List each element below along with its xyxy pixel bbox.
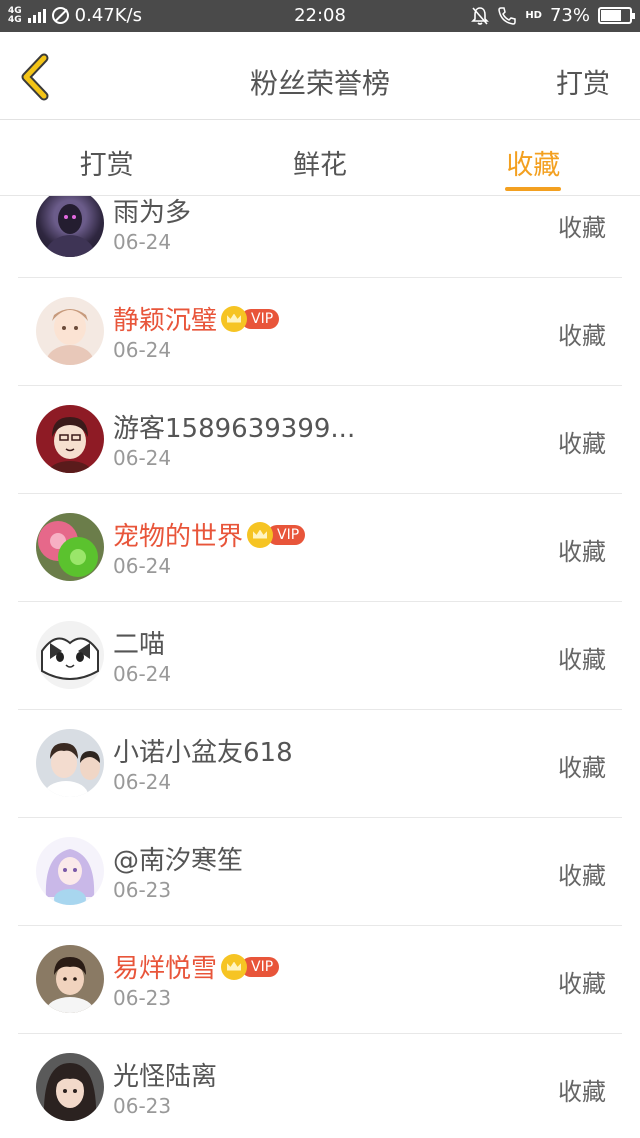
avatar[interactable]	[36, 945, 104, 1013]
vip-badge: VIP	[221, 953, 280, 980]
list-item[interactable]: 小诺小盆友618 06-24 收藏	[18, 710, 622, 818]
vip-badge: VIP	[247, 521, 306, 548]
list-item[interactable]: 宠物的世界 VIP 06-24 收藏	[18, 494, 622, 602]
favorite-action: 收藏	[558, 646, 606, 674]
date: 06-23	[113, 1094, 172, 1118]
tab-favorites[interactable]: 收藏	[427, 121, 640, 195]
status-bar: 4G 4G 0.47K/s 22:08 HD 73%	[0, 0, 640, 32]
user-name: 小诺小盆友618	[113, 738, 293, 768]
favorite-action: 收藏	[558, 322, 606, 350]
tab-bar: 打赏 鲜花 收藏	[0, 121, 640, 196]
user-name: 易烊悦雪 VIP	[113, 948, 280, 985]
favorite-action: 收藏	[558, 862, 606, 890]
avatar[interactable]	[36, 621, 104, 689]
tab-reward[interactable]: 打赏	[0, 121, 213, 195]
crown-icon	[247, 521, 274, 548]
list-item[interactable]: @南汐寒笙 06-23 收藏	[18, 818, 622, 926]
user-name: 静颖沉璧 VIP	[113, 300, 280, 337]
list-item[interactable]: 光怪陆离 06-23 收藏	[18, 1034, 622, 1138]
list-item[interactable]: 游客1589639399... 06-24 收藏	[18, 386, 622, 494]
avatar[interactable]	[36, 405, 104, 473]
date: 06-23	[113, 878, 172, 902]
user-name: @南汐寒笙	[113, 846, 244, 876]
favorite-action: 收藏	[558, 430, 606, 458]
battery-icon	[598, 7, 635, 24]
date: 06-24	[113, 230, 172, 254]
user-name: 二喵	[113, 630, 166, 660]
vip-badge: VIP	[221, 305, 280, 332]
date: 06-24	[113, 554, 172, 578]
battery-percent: 73%	[549, 5, 590, 26]
crown-icon	[221, 305, 248, 332]
avatar[interactable]	[36, 1053, 104, 1121]
list-item[interactable]: 二喵 06-24 收藏	[18, 602, 622, 710]
fan-list: 雨为多 06-24 收藏 静颖沉璧 VIP 06-24 收藏 游客15896393…	[0, 196, 640, 1138]
favorite-action: 收藏	[558, 1078, 606, 1106]
list-item[interactable]: 易烊悦雪 VIP 06-23 收藏	[18, 926, 622, 1034]
user-name: 光怪陆离	[113, 1062, 218, 1092]
call-hd-icon	[498, 6, 517, 25]
reward-button[interactable]: 打赏	[556, 62, 610, 101]
status-right: HD 73%	[471, 5, 635, 26]
user-name: 雨为多	[113, 198, 192, 228]
avatar[interactable]	[36, 729, 104, 797]
avatar[interactable]	[36, 297, 104, 365]
hd-label: HD	[525, 10, 542, 21]
date: 06-24	[113, 662, 172, 686]
tab-flowers[interactable]: 鲜花	[213, 121, 426, 195]
mute-bell-icon	[471, 6, 490, 25]
favorite-action: 收藏	[558, 214, 606, 242]
user-name: 游客1589639399...	[113, 414, 356, 444]
favorite-action: 收藏	[558, 538, 606, 566]
date: 06-23	[113, 986, 172, 1010]
favorite-action: 收藏	[558, 970, 606, 998]
favorite-action: 收藏	[558, 754, 606, 782]
page-title: 粉丝荣誉榜	[249, 67, 390, 100]
date: 06-24	[113, 446, 172, 470]
list-item[interactable]: 雨为多 06-24 收藏	[18, 196, 622, 278]
date: 06-24	[113, 338, 172, 362]
avatar[interactable]	[36, 837, 104, 905]
user-name: 宠物的世界 VIP	[113, 516, 306, 553]
date: 06-24	[113, 770, 172, 794]
list-item[interactable]: 静颖沉璧 VIP 06-24 收藏	[18, 278, 622, 386]
avatar[interactable]	[36, 513, 104, 581]
header: 粉丝荣誉榜 打赏	[0, 32, 640, 120]
avatar[interactable]	[36, 196, 104, 257]
crown-icon	[221, 953, 248, 980]
